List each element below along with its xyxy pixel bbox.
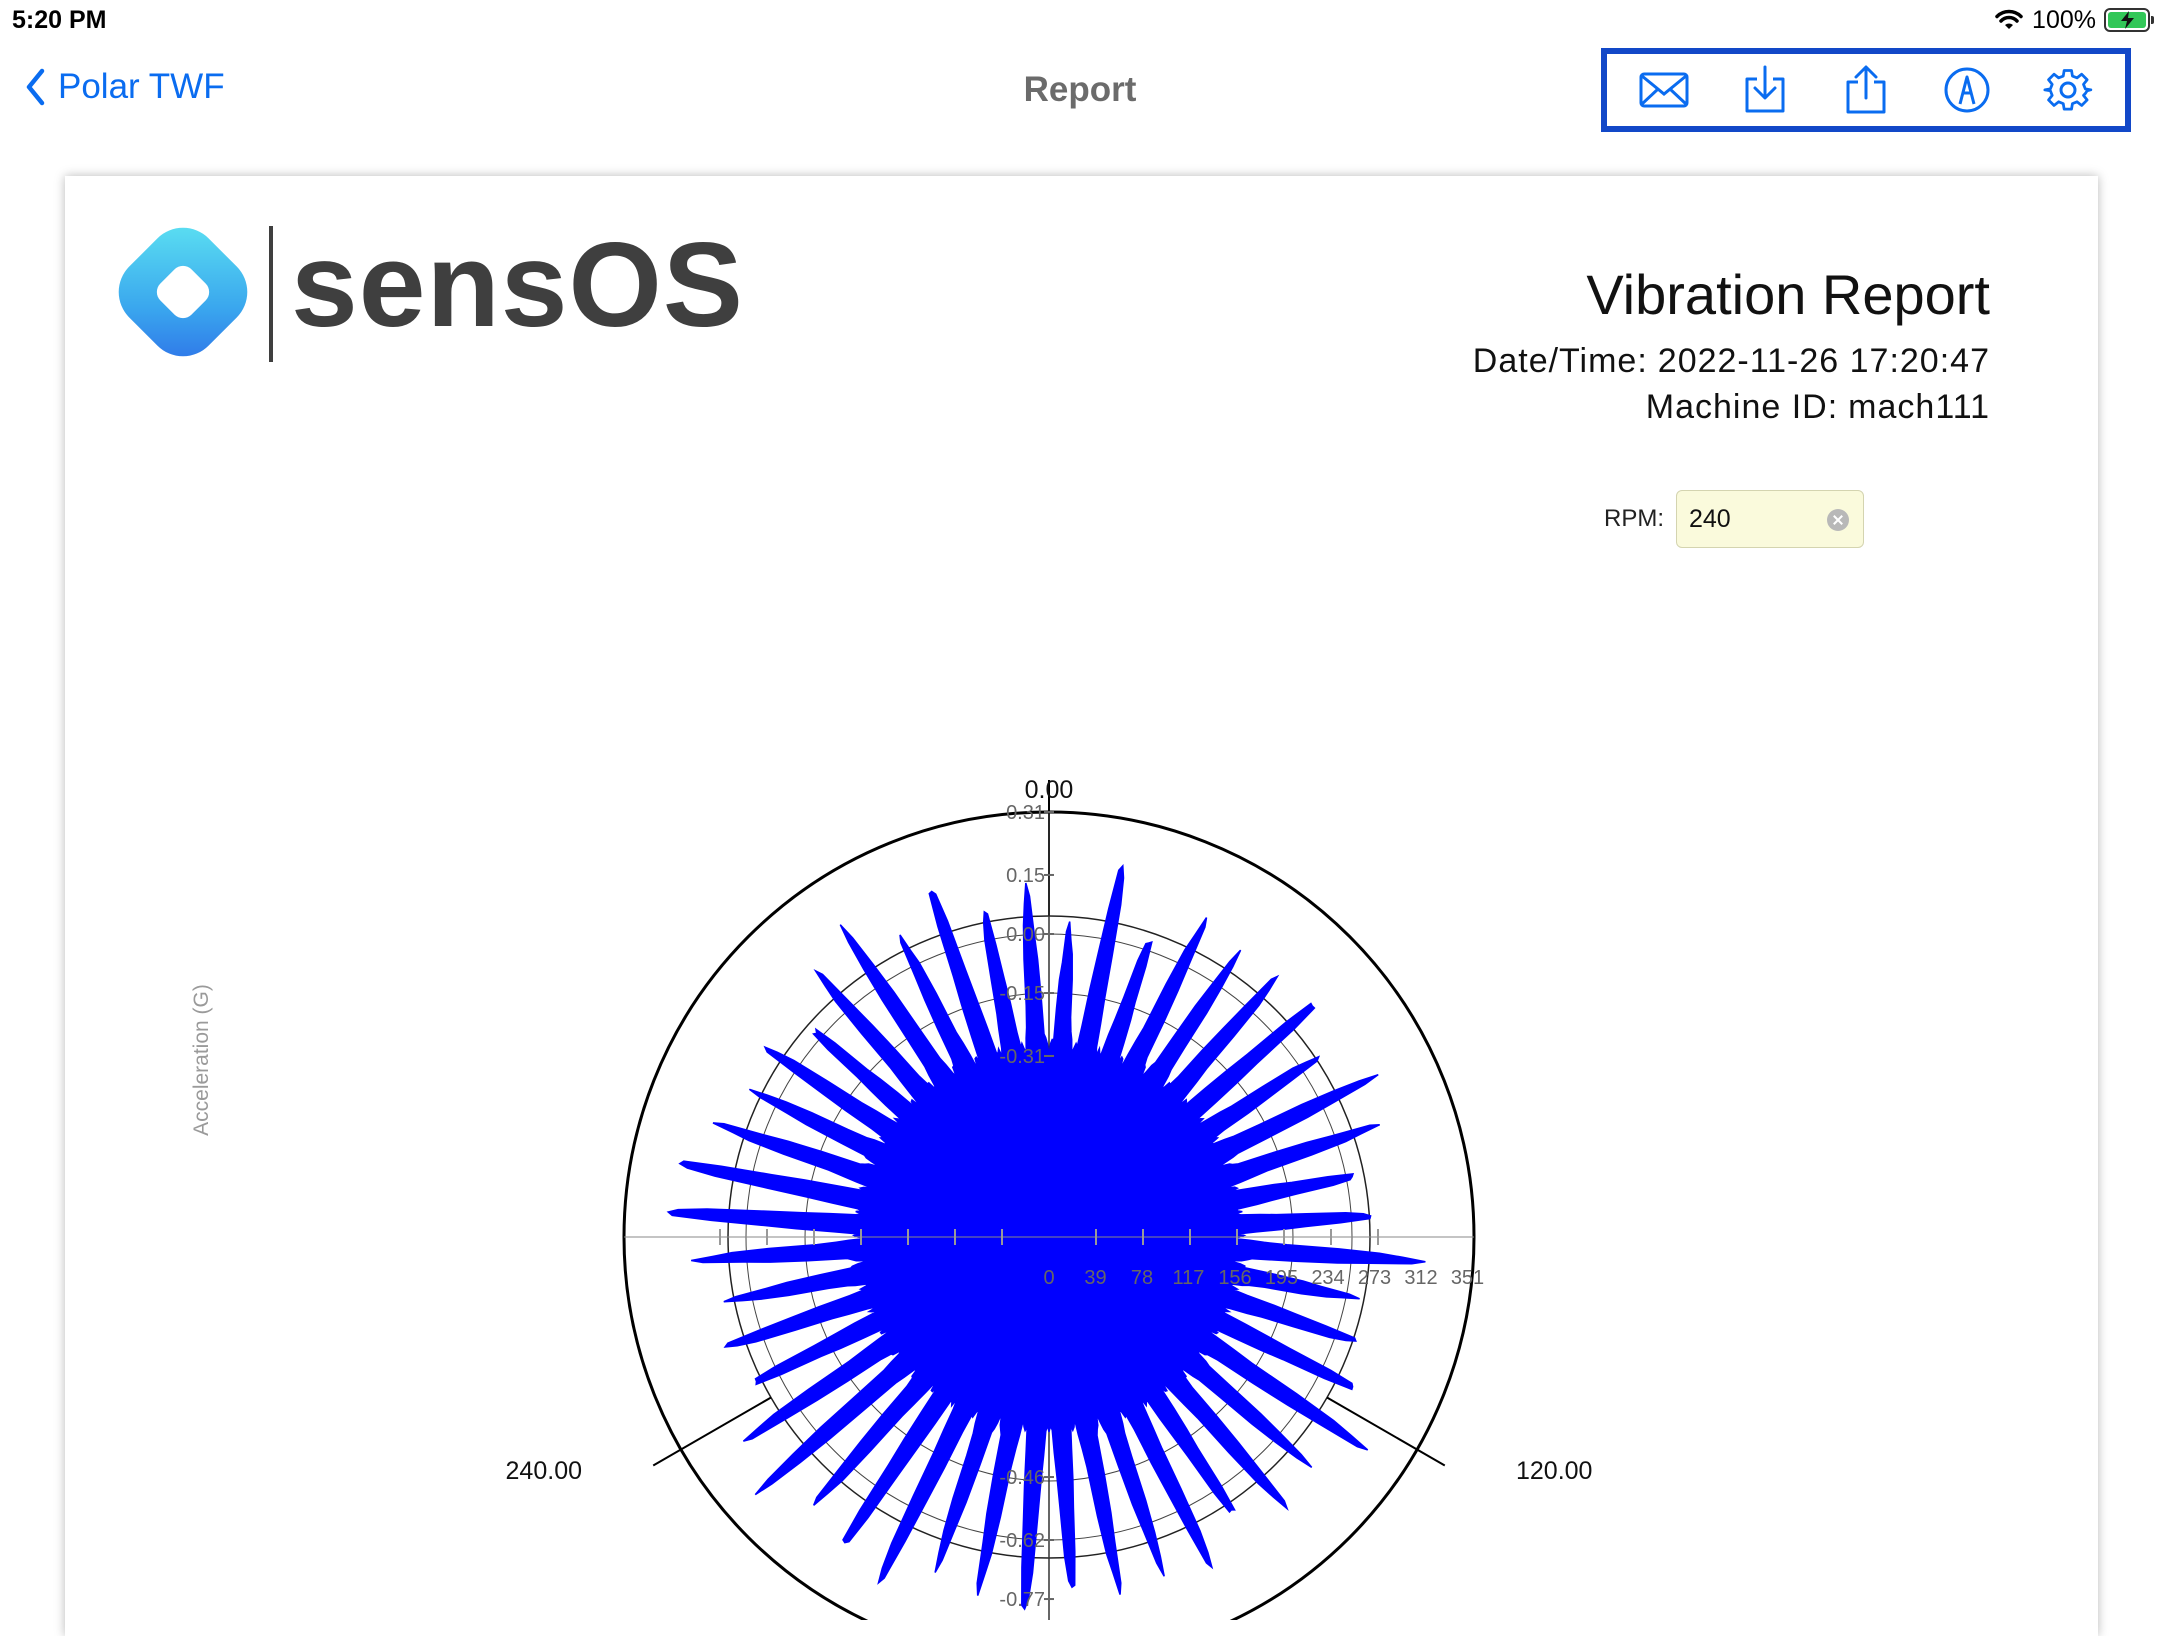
radial-tick-label: -0.62 xyxy=(999,1530,1045,1552)
inner-x-tick-label: 78 xyxy=(1131,1267,1153,1289)
angle-label: 0.00 xyxy=(1025,776,1074,804)
inner-x-tick-label: 351 xyxy=(1451,1267,1484,1289)
polar-chart: 0.31 0.15 0.00 -0.15 -0.31 -0.46 -0.62 -0.77 0 39… xyxy=(506,776,1592,1620)
radial-tick-label: -0.15 xyxy=(999,983,1045,1005)
angle-label: 120.00 xyxy=(1516,1457,1592,1485)
radial-tick-label: -0.46 xyxy=(999,1467,1045,1489)
inner-x-tick-label: 234 xyxy=(1311,1267,1344,1289)
inner-x-tick-label: 156 xyxy=(1218,1267,1251,1289)
radial-tick-label: 0.31 xyxy=(1006,802,1045,824)
angle-label: 240.00 xyxy=(506,1457,582,1485)
radial-tick-label: 0.15 xyxy=(1006,865,1045,887)
inner-x-tick-label: 273 xyxy=(1358,1267,1391,1289)
radial-tick-label: -0.31 xyxy=(999,1046,1045,1068)
inner-x-tick-label: 312 xyxy=(1404,1267,1437,1289)
inner-x-tick-label: 0 xyxy=(1043,1267,1054,1289)
inner-x-tick-label: 195 xyxy=(1265,1267,1298,1289)
radial-tick-label: 0.00 xyxy=(1006,924,1045,946)
radial-tick-label: -0.77 xyxy=(999,1589,1045,1611)
inner-x-tick-label: 39 xyxy=(1084,1267,1106,1289)
inner-x-tick-label: 117 xyxy=(1173,1267,1205,1289)
